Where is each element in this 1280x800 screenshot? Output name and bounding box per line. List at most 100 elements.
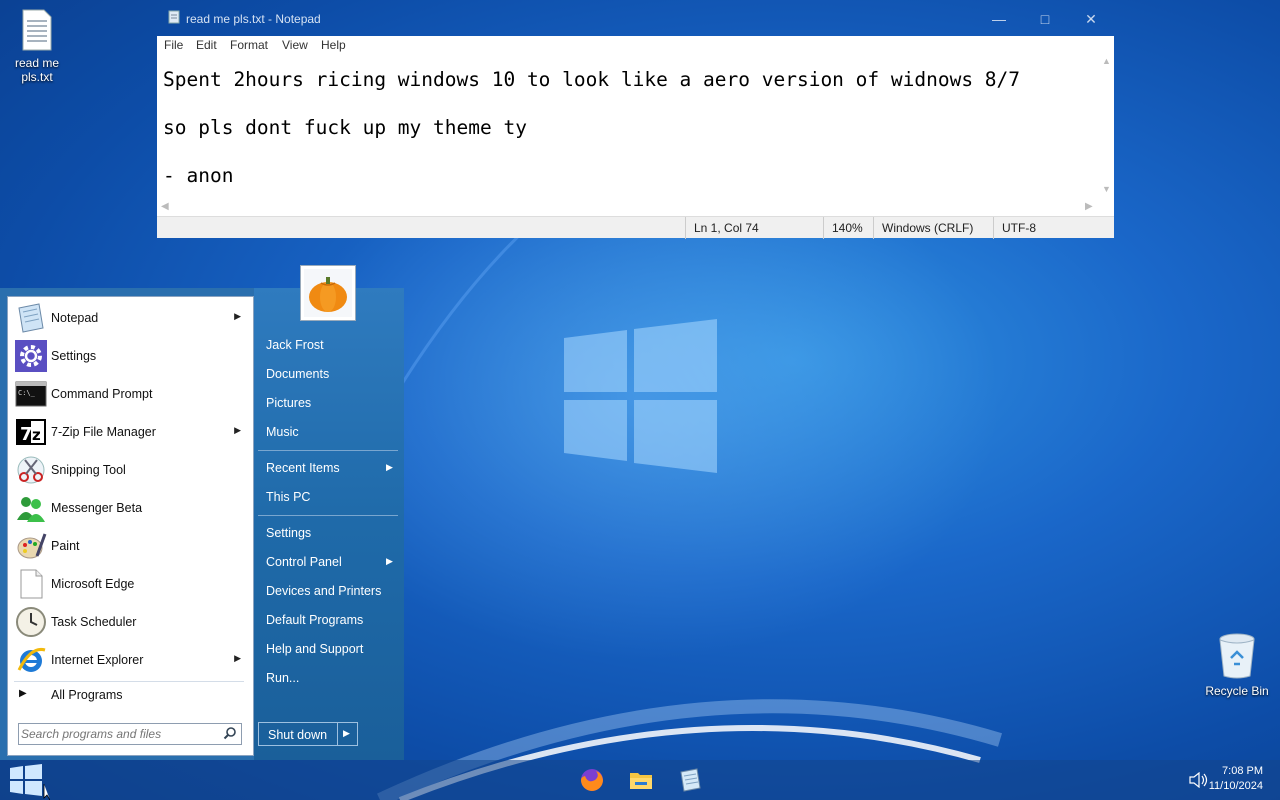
taskbar-firefox[interactable] (578, 766, 606, 794)
windows-start-icon (10, 764, 51, 800)
volume-icon[interactable] (1188, 771, 1208, 793)
control-panel-label: Control Panel (266, 555, 342, 569)
start-link-user[interactable]: Jack Frost (266, 338, 324, 352)
start-link-documents[interactable]: Documents (266, 367, 329, 381)
program-settings[interactable]: Settings (13, 338, 249, 374)
menu-help[interactable]: Help (321, 38, 346, 52)
start-link-music[interactable]: Music (266, 425, 299, 439)
all-programs-button[interactable]: ▶ All Programs (13, 685, 249, 707)
clock-date: 11/10/2024 (1208, 780, 1263, 792)
clock-time: 7:08 PM (1222, 765, 1263, 777)
scroll-left-icon[interactable]: ◀ (161, 201, 169, 212)
program-command-prompt[interactable]: C:\_ Command Prompt (13, 376, 249, 412)
status-encoding: UTF-8 (993, 217, 1114, 239)
maximize-button[interactable]: □ (1022, 8, 1068, 30)
start-menu-right-pane: Jack Frost Documents Pictures Music Rece… (254, 288, 404, 760)
start-search-input[interactable] (21, 726, 217, 742)
desktop-icon-label: read me pls.txt (14, 56, 60, 84)
start-search-box[interactable] (18, 723, 242, 745)
clock-icon (15, 606, 47, 638)
start-link-help-support[interactable]: Help and Support (266, 642, 363, 656)
program-microsoft-edge[interactable]: Microsoft Edge (13, 566, 249, 602)
start-link-run[interactable]: Run... (266, 671, 299, 685)
horizontal-scrollbar[interactable]: ◀ ▶ (157, 200, 1114, 216)
minimize-button[interactable]: — (976, 8, 1022, 30)
program-paint[interactable]: Paint (13, 528, 249, 564)
submenu-arrow-icon: ▶ (386, 462, 393, 472)
menu-view[interactable]: View (282, 38, 308, 52)
shutdown-options-arrow-icon[interactable]: ▶ (343, 728, 350, 739)
status-line-ending: Windows (CRLF) (873, 217, 993, 239)
separator (258, 450, 398, 451)
pumpkin-icon (304, 269, 352, 317)
notepad-title-icon (167, 10, 181, 27)
program-notepad[interactable]: Notepad ▶ (13, 300, 249, 336)
svg-text:7: 7 (20, 424, 33, 445)
start-link-this-pc[interactable]: This PC (266, 490, 310, 504)
menu-edit[interactable]: Edit (196, 38, 217, 52)
settings-gear-icon (15, 340, 47, 372)
messenger-icon (15, 492, 47, 524)
program-messenger[interactable]: Messenger Beta (13, 490, 249, 526)
taskbar-notepad[interactable] (676, 766, 704, 794)
start-link-default-programs[interactable]: Default Programs (266, 613, 363, 627)
svg-text:z: z (32, 426, 41, 444)
file-explorer-icon (630, 773, 652, 789)
submenu-arrow-icon: ▶ (234, 653, 241, 663)
program-task-scheduler[interactable]: Task Scheduler (13, 604, 249, 640)
vertical-scrollbar[interactable]: ▲ ▼ (1098, 54, 1114, 200)
notepad-titlebar[interactable]: read me pls.txt - Notepad — □ ✕ (157, 0, 1114, 36)
text-line: so pls dont fuck up my theme ty (163, 116, 527, 139)
notepad-statusbar: Ln 1, Col 74 140% Windows (CRLF) UTF-8 (157, 216, 1114, 239)
separator (258, 515, 398, 516)
start-link-pictures[interactable]: Pictures (266, 396, 311, 410)
notepad-title: read me pls.txt - Notepad (186, 12, 321, 26)
notepad-menubar: File Edit Format View Help (157, 36, 1114, 54)
notepad-window[interactable]: read me pls.txt - Notepad — □ ✕ File Edi… (157, 0, 1114, 239)
blank-document-icon (15, 568, 47, 600)
submenu-arrow-icon: ▶ (234, 425, 241, 435)
shutdown-button[interactable]: Shut down ▶ (258, 722, 358, 746)
internet-explorer-icon (15, 644, 47, 676)
desktop-icon-readme[interactable]: read me pls.txt (0, 8, 74, 84)
desktop-icon-recycle-bin[interactable]: Recycle Bin (1200, 632, 1274, 698)
start-link-settings[interactable]: Settings (266, 526, 311, 540)
user-avatar[interactable] (300, 265, 356, 321)
program-7zip[interactable]: 7z 7-Zip File Manager ▶ (13, 414, 249, 450)
taskbar-file-explorer[interactable] (627, 766, 655, 794)
start-button[interactable] (2, 760, 51, 800)
scroll-right-icon[interactable]: ▶ (1085, 201, 1093, 212)
text-line: - anon (163, 164, 234, 187)
desktop-icon-label: Recycle Bin (1205, 684, 1269, 698)
recycle-bin-icon (1217, 632, 1257, 680)
notepad-icon (15, 302, 47, 334)
submenu-arrow-icon: ▶ (234, 311, 241, 321)
expand-arrow-icon: ▶ (19, 688, 27, 699)
taskbar: 7:08 PM 11/10/2024 (0, 760, 1280, 800)
recent-items-label: Recent Items (266, 461, 340, 475)
menu-file[interactable]: File (164, 38, 183, 52)
svg-text:C:\_: C:\_ (18, 389, 36, 397)
notepad-text-area[interactable]: Spent 2hours ricing windows 10 to look l… (157, 54, 1114, 200)
close-button[interactable]: ✕ (1068, 8, 1114, 30)
program-snipping-tool[interactable]: Snipping Tool (13, 452, 249, 488)
start-link-devices-printers[interactable]: Devices and Printers (266, 584, 381, 598)
firefox-icon (581, 769, 603, 791)
7zip-icon: 7z (15, 416, 47, 448)
search-icon (223, 726, 237, 745)
status-zoom: 140% (823, 217, 873, 239)
start-link-control-panel[interactable]: Control Panel ▶ (266, 555, 393, 569)
paint-palette-icon (15, 530, 47, 562)
program-internet-explorer[interactable]: Internet Explorer ▶ (13, 642, 249, 678)
text-line: Spent 2hours ricing windows 10 to look l… (163, 68, 1021, 91)
scroll-up-icon[interactable]: ▲ (1102, 56, 1111, 66)
scroll-down-icon[interactable]: ▼ (1102, 184, 1111, 194)
menu-format[interactable]: Format (230, 38, 268, 52)
status-position: Ln 1, Col 74 (685, 217, 823, 239)
start-link-recent-items[interactable]: Recent Items ▶ (266, 461, 393, 475)
start-menu-programs-pane: Notepad ▶ Settings C:\_ Command Prompt 7… (7, 296, 254, 756)
separator (14, 681, 244, 682)
submenu-arrow-icon: ▶ (386, 556, 393, 566)
command-prompt-icon: C:\_ (15, 378, 47, 410)
taskbar-clock[interactable]: 7:08 PM 11/10/2024 (1209, 764, 1263, 794)
